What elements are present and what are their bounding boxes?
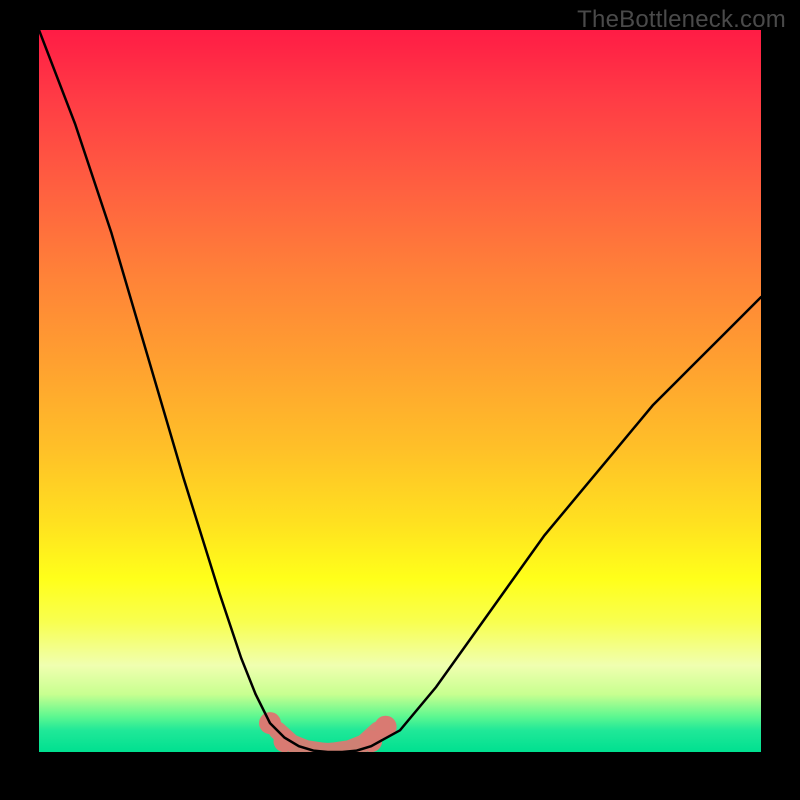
chart-stage: TheBottleneck.com	[0, 0, 800, 800]
bottleneck-curve	[39, 30, 761, 752]
plot-area	[39, 30, 761, 752]
watermark-label: TheBottleneck.com	[577, 6, 786, 34]
bottleneck-curve-svg	[39, 30, 761, 752]
